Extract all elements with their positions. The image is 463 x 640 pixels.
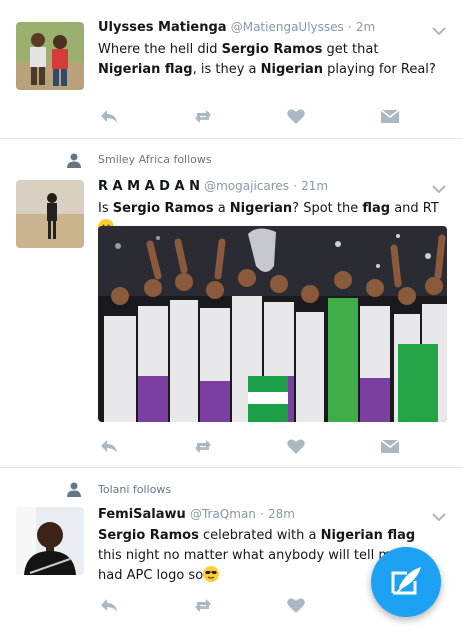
- display-name[interactable]: FemiSalawu: [98, 507, 186, 522]
- social-context[interactable]: Smiley Africa follows: [98, 153, 212, 166]
- user-handle[interactable]: @MatiengaUlysses: [231, 20, 344, 34]
- reply-icon[interactable]: [98, 105, 120, 127]
- tweet-ulysses[interactable]: Ulysses Matienga @MatiengaUlysses · 2m W…: [0, 0, 463, 138]
- text-run: celebrated with a: [198, 528, 321, 543]
- tweet-actions: [98, 105, 401, 127]
- highlighted-keyword: Sergio Ramos: [112, 201, 214, 216]
- highlighted-keyword: Nigerian flag: [320, 528, 416, 543]
- tweet-time[interactable]: 2m: [356, 20, 375, 34]
- text-run: get that: [322, 42, 379, 57]
- person-icon: [67, 153, 81, 168]
- retweet-icon[interactable]: [192, 105, 214, 127]
- heart-icon[interactable]: [285, 594, 307, 616]
- text-run: a: [213, 201, 230, 216]
- reply-icon[interactable]: [98, 594, 120, 616]
- chevron-down-icon[interactable]: [432, 184, 446, 194]
- highlighted-keyword: Nigerian: [229, 201, 293, 216]
- tweet-actions: [98, 594, 398, 616]
- display-name[interactable]: R A M A D A N: [98, 179, 200, 194]
- text-run: Is: [98, 201, 113, 216]
- heart-icon[interactable]: [285, 435, 307, 457]
- tweet-actions: [98, 435, 401, 457]
- tweet-text: Where the hell did Sergio Ramos get that…: [98, 40, 440, 80]
- user-handle[interactable]: @TraQman: [190, 507, 256, 521]
- direct-message-icon[interactable]: [379, 435, 401, 457]
- tweet-header: FemiSalawu @TraQman · 28m: [98, 507, 295, 522]
- highlighted-keyword: Nigerian flag: [98, 62, 193, 77]
- tweet-header: R A M A D A N @mogajicares · 21m: [98, 179, 329, 194]
- social-context[interactable]: Tolani follows: [98, 483, 171, 496]
- tweet-time[interactable]: 21m: [301, 179, 328, 193]
- text-run: playing for Real?: [323, 62, 436, 77]
- heart-icon[interactable]: [285, 105, 307, 127]
- avatar[interactable]: [16, 180, 84, 248]
- highlighted-keyword: flag: [362, 201, 391, 216]
- display-name[interactable]: Ulysses Matienga: [98, 20, 227, 35]
- retweet-icon[interactable]: [192, 435, 214, 457]
- compose-tweet-button[interactable]: [371, 547, 441, 617]
- highlighted-keyword: Sergio Ramos: [221, 42, 323, 57]
- person-icon: [67, 482, 81, 497]
- avatar[interactable]: [16, 507, 84, 575]
- compose-tweet-icon: [391, 567, 421, 595]
- text-run: this night no matter what anybody will t…: [98, 548, 417, 583]
- tweet-header: Ulysses Matienga @MatiengaUlysses · 2m: [98, 20, 376, 35]
- tweet-photo[interactable]: [98, 226, 447, 422]
- text-run: Where the hell did: [98, 42, 222, 57]
- highlighted-keyword: Nigerian: [260, 62, 323, 77]
- retweet-icon[interactable]: [192, 594, 214, 616]
- chevron-down-icon[interactable]: [432, 26, 446, 36]
- user-handle[interactable]: @mogajicares: [204, 179, 289, 193]
- avatar[interactable]: [16, 22, 84, 90]
- direct-message-icon[interactable]: [379, 105, 401, 127]
- sunglasses-emoji: [203, 566, 220, 582]
- text-run: , is they a: [192, 62, 261, 77]
- text-run: ? Spot the: [292, 201, 363, 216]
- tweet-ramadan[interactable]: Smiley Africa follows R A M A D A N @mog…: [0, 139, 463, 467]
- text-run: and RT: [390, 201, 439, 216]
- reply-icon[interactable]: [98, 435, 120, 457]
- highlighted-keyword: Sergio Ramos: [98, 528, 199, 543]
- tweet-time[interactable]: 28m: [268, 507, 295, 521]
- chevron-down-icon[interactable]: [432, 512, 446, 522]
